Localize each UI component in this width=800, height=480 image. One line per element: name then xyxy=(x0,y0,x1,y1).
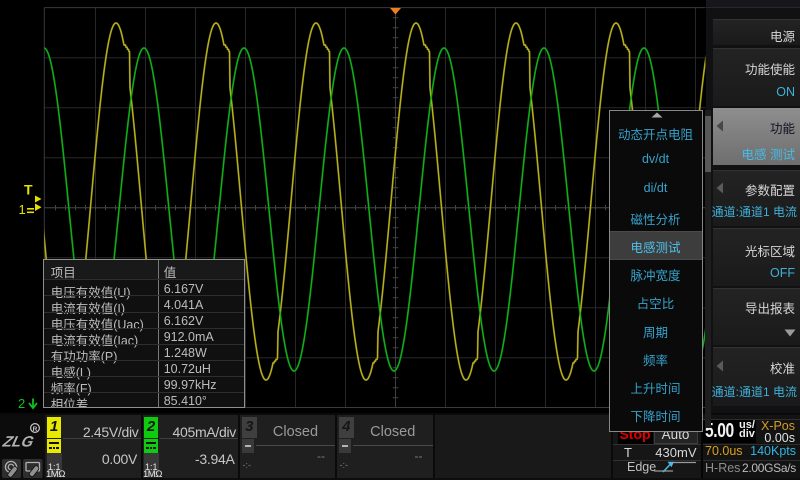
svg-text:2: 2 xyxy=(18,396,25,411)
svg-text:1: 1 xyxy=(19,202,26,217)
svg-text:R: R xyxy=(33,426,38,433)
svg-text:ZLG: ZLG xyxy=(0,434,35,451)
svg-text:T: T xyxy=(24,182,33,198)
